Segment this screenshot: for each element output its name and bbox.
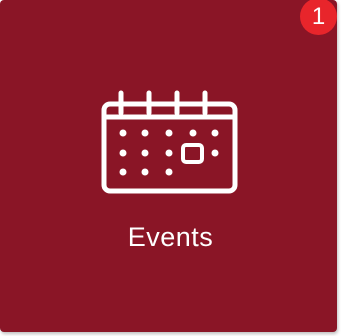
calendar-icon	[101, 90, 238, 194]
tile-label: Events	[127, 222, 214, 252]
events-tile[interactable]: Events	[0, 0, 337, 332]
